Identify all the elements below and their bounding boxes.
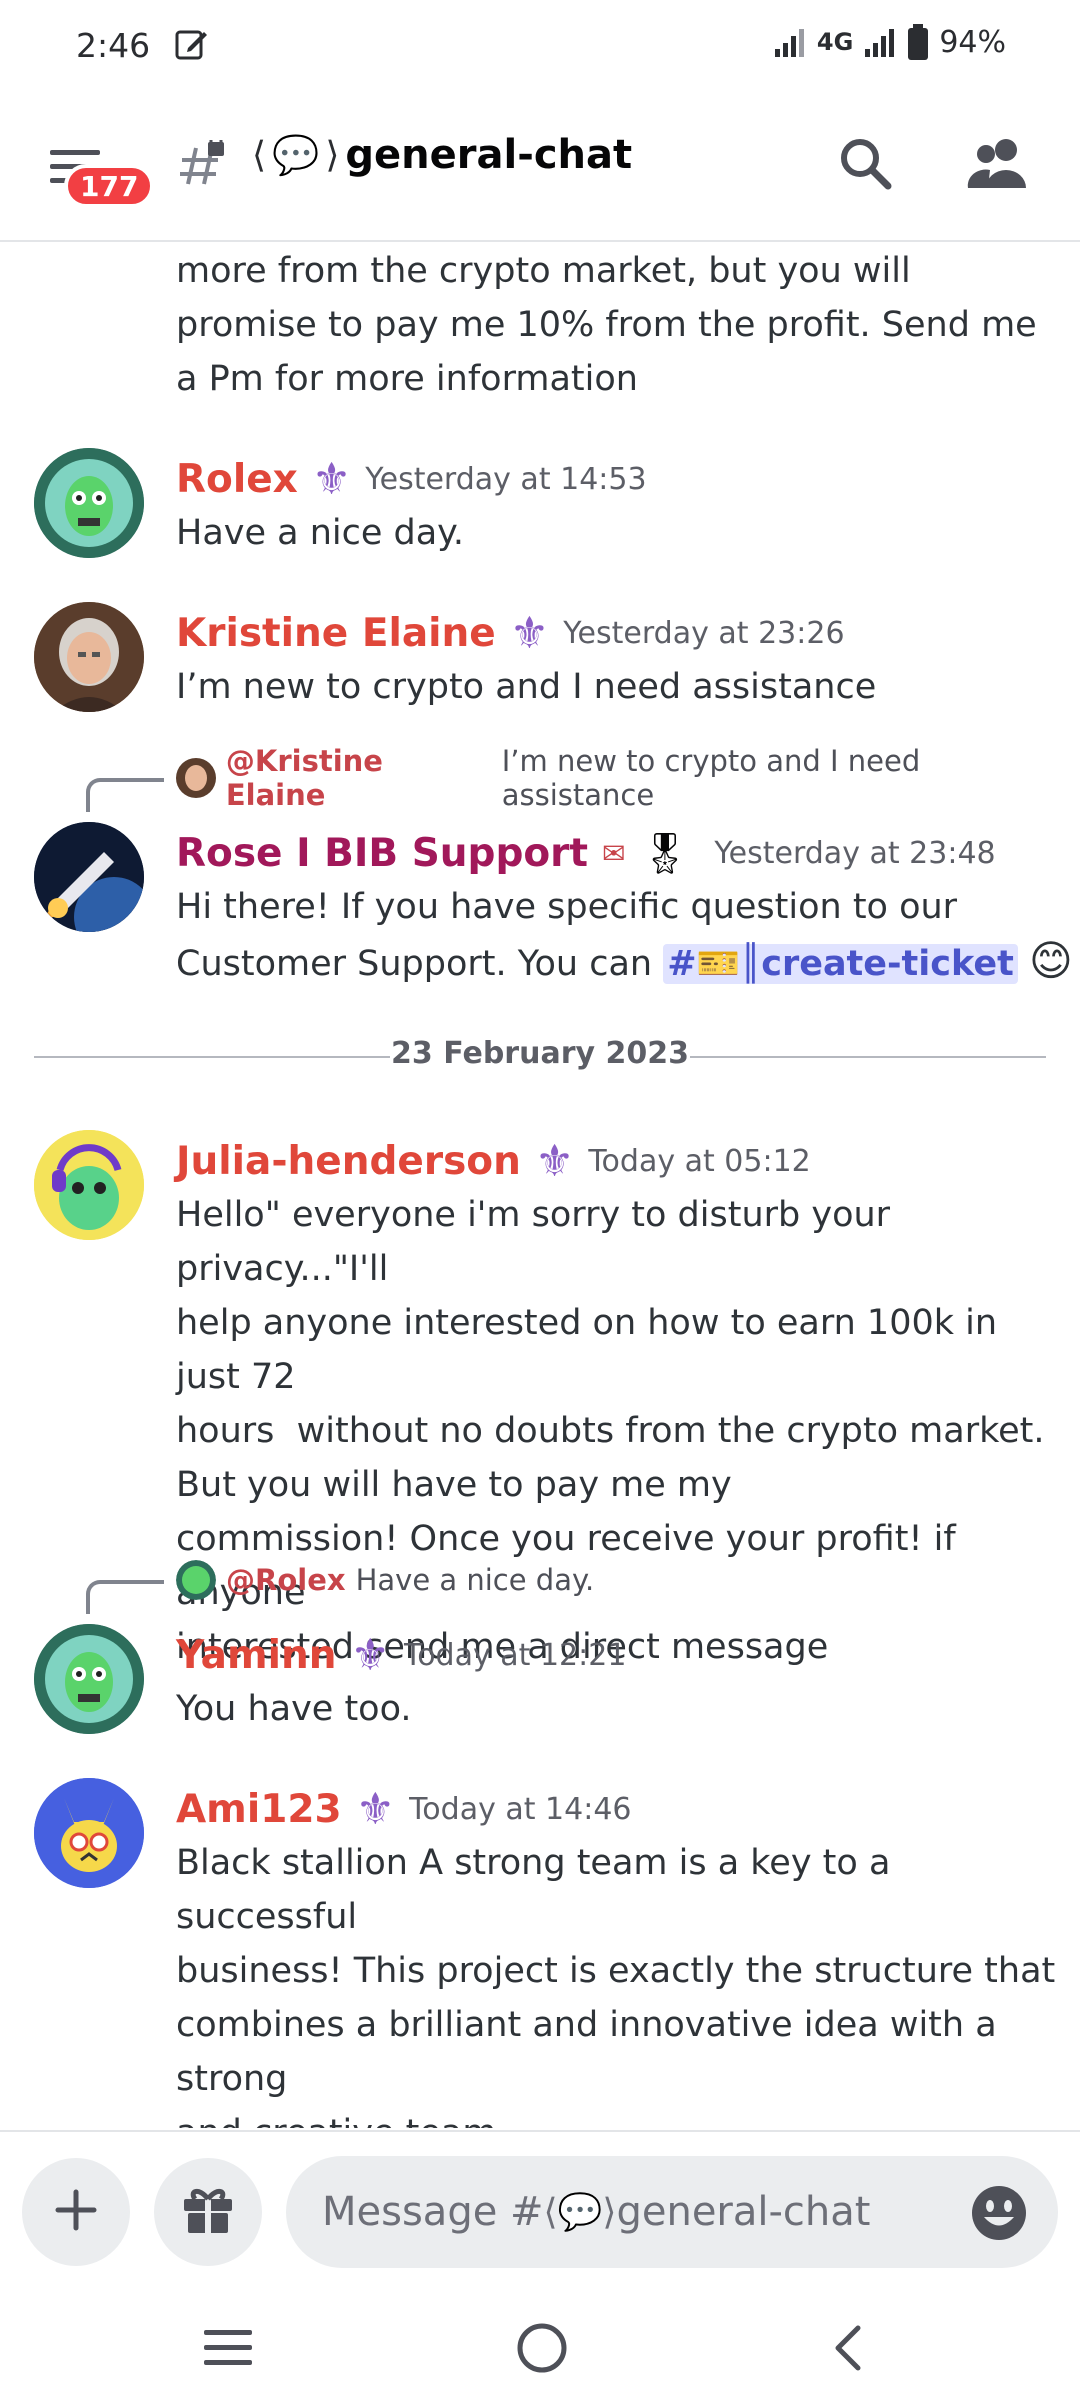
placeholder-channel-emoji: 💬 [557, 2192, 603, 2233]
placeholder-prefix: Message # [322, 2189, 544, 2235]
channel-mention-link[interactable]: #🎫║create-ticket [663, 944, 1018, 984]
smiling-emoji: 😊 [1028, 936, 1073, 985]
message-composer: Message # ⟨ 💬 ⟩ general-chat [0, 2130, 1080, 2290]
author-name[interactable]: Yaminn [176, 1633, 337, 1678]
message-text: Hi there! If you have specific question … [176, 880, 1073, 991]
reply-preview[interactable]: @Kristine Elaine I’m new to crypto and I… [176, 744, 1080, 812]
message-text: more from the crypto market, but you wil… [176, 251, 1037, 399]
edit-note-icon [174, 26, 210, 66]
reply-mention: @Kristine Elaine [225, 744, 383, 812]
message-line: Black stallion A strong team is a key to… [176, 1843, 891, 1937]
fleur-de-lis-icon: ⚜ [509, 607, 550, 659]
avatar[interactable] [34, 822, 144, 932]
date-divider: 23 February 2023 [390, 1036, 690, 1071]
medal-icon: 🎖 [639, 830, 691, 877]
timestamp: Today at 12:21 [403, 1637, 627, 1673]
recent-apps-icon[interactable] [200, 2326, 256, 2374]
channel-title[interactable]: ⟨ 💬 ⟩ general-chat [252, 132, 632, 178]
avatar[interactable] [34, 1130, 144, 1240]
timestamp: Today at 05:12 [588, 1143, 811, 1179]
message-line: Customer Support. You can #🎫║create-tick… [176, 934, 1073, 991]
channel-name: general-chat [345, 132, 633, 178]
message-feed[interactable]: more from the crypto market, but you wil… [0, 244, 1080, 2128]
fleur-de-lis-icon: ⚜ [350, 1629, 390, 1681]
signal-icon [773, 27, 807, 57]
avatar[interactable] [34, 1778, 144, 1888]
reply-text: I’m new to crypto and I need assistance [501, 744, 921, 812]
message-line: business! This project is exactly the st… [176, 1951, 1056, 1991]
emoji-icon[interactable] [970, 2184, 1028, 2252]
locked-hash-icon [178, 133, 230, 196]
message-line: and creative team [176, 2106, 1056, 2128]
placeholder-channel: general-chat [616, 2189, 871, 2235]
members-icon[interactable] [966, 136, 1030, 196]
author-name[interactable]: Rose I BIB Support [176, 831, 588, 876]
signal-icon-2 [863, 27, 897, 57]
unread-badge: 177 [64, 164, 155, 208]
message-text: I’m new to crypto and I need assistance [176, 667, 877, 707]
back-icon[interactable] [826, 2322, 870, 2378]
message-line: Hello" everyone i'm sorry to disturb you… [176, 1195, 891, 1289]
envelope-icon: ✉ [602, 836, 626, 870]
reply-connector [86, 778, 164, 812]
gift-icon [181, 2185, 235, 2239]
message-line-prefix: Customer Support. You can [176, 944, 653, 984]
author-name[interactable]: Ami123 [176, 1787, 342, 1832]
gift-button[interactable] [154, 2158, 262, 2266]
reply-mention: @Rolex [226, 1563, 346, 1597]
network-type: 4G [816, 28, 854, 56]
message-text: Black stallion A strong team is a key to… [176, 1836, 1056, 2128]
author-name[interactable]: Rolex [176, 457, 298, 502]
reply-text: Have a nice day. [355, 1563, 595, 1597]
message-input[interactable]: Message # ⟨ 💬 ⟩ general-chat [286, 2156, 1058, 2268]
search-icon[interactable] [836, 134, 896, 198]
system-nav-bar [0, 2290, 1080, 2408]
channel-emoji: 💬 [272, 132, 320, 177]
fleur-de-lis-icon: ⚜ [355, 1783, 396, 1835]
message-line: Hi there! If you have specific question … [176, 887, 958, 927]
avatar[interactable] [34, 1624, 144, 1734]
reply-connector [86, 1580, 164, 1614]
message-text: You have too. [176, 1689, 412, 1729]
reply-preview[interactable]: @Rolex Have a nice day. [176, 1558, 594, 1602]
author-name[interactable]: Kristine Elaine [176, 611, 496, 656]
battery-level: 94% [939, 24, 1006, 60]
message-line: But you will have to pay me my [176, 1465, 732, 1505]
message-line: combines a brilliant and innovative idea… [176, 2005, 997, 2099]
battery-icon [907, 24, 929, 60]
timestamp: Yesterday at 23:26 [563, 615, 845, 651]
avatar[interactable] [34, 602, 144, 712]
fleur-de-lis-icon: ⚜ [534, 1135, 575, 1187]
timestamp: Yesterday at 23:48 [714, 835, 996, 871]
home-icon[interactable] [514, 2320, 570, 2380]
timestamp: Yesterday at 14:53 [365, 461, 647, 497]
message-line: hours without no doubts from the crypto … [176, 1411, 1045, 1451]
message-text: Have a nice day. [176, 513, 465, 553]
mini-avatar [176, 758, 216, 798]
fleur-de-lis-icon: ⚜ [311, 453, 352, 505]
add-attachment-button[interactable] [22, 2158, 130, 2266]
message-line: help anyone interested on how to earn 10… [176, 1303, 998, 1397]
plus-icon [54, 2188, 98, 2236]
status-time: 2:46 [76, 26, 151, 65]
timestamp: Today at 14:46 [409, 1791, 632, 1827]
author-name[interactable]: Julia-henderson [176, 1139, 521, 1184]
mini-avatar [176, 1560, 216, 1600]
status-bar: 2:46 4G 94% [0, 0, 1080, 90]
avatar[interactable] [34, 448, 144, 558]
